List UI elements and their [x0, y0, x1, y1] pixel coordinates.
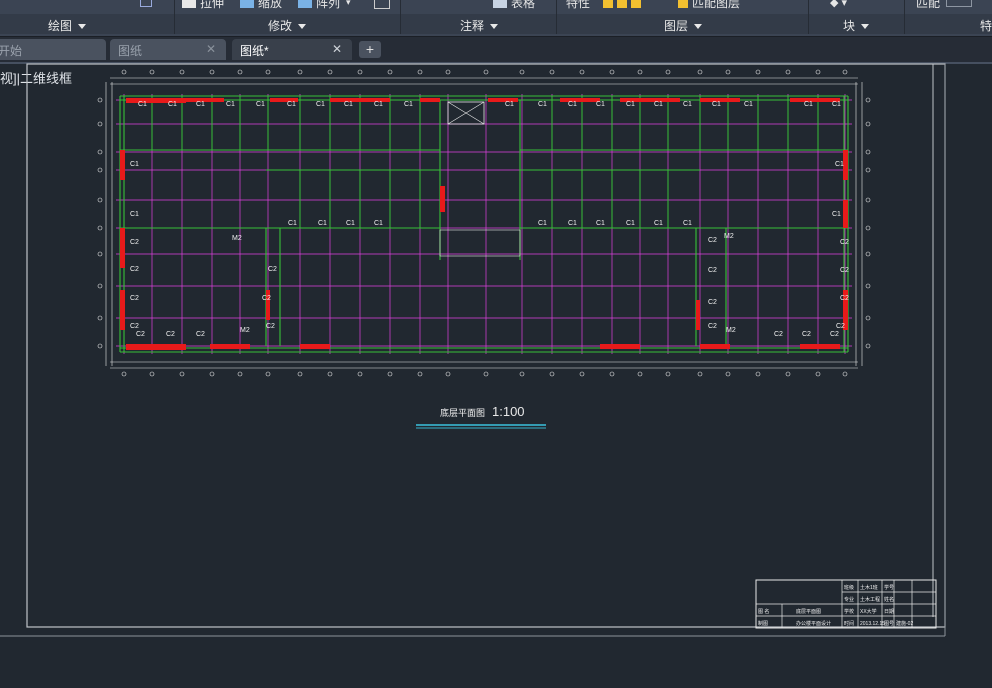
- rectangle-icon: [140, 0, 152, 7]
- offset-icon: [374, 0, 390, 9]
- panel-layers[interactable]: 图层: [664, 17, 703, 34]
- layer-lock-icon: [617, 0, 627, 8]
- file-tab-bar: 开始 图纸 ✕ 图纸* ✕ +: [0, 37, 992, 62]
- block-insert-button[interactable]: ◆ ▾: [830, 0, 847, 10]
- viewport-controls[interactable]: 视]|二维线框: [0, 68, 72, 87]
- scale-button[interactable]: 缩放: [240, 0, 282, 10]
- chevron-down-icon: [298, 24, 307, 30]
- layer-tools[interactable]: [603, 0, 645, 10]
- panel-block[interactable]: 块: [843, 17, 870, 34]
- offset-button[interactable]: [374, 0, 394, 10]
- array-button[interactable]: 阵列 ▾: [298, 0, 351, 10]
- panel-divider: [556, 0, 557, 34]
- tab-drawing-1[interactable]: 图纸 ✕: [110, 39, 226, 60]
- stretch-button[interactable]: 拉伸: [182, 0, 224, 10]
- match-layer-icon: [678, 0, 688, 8]
- chevron-down-icon: [861, 24, 870, 30]
- layer-freeze-icon: [603, 0, 613, 8]
- panel-modify[interactable]: 修改: [268, 17, 307, 34]
- plus-icon: +: [365, 41, 375, 57]
- diamond-icon: ◆ ▾: [830, 0, 848, 9]
- table-button[interactable]: 表格: [493, 0, 535, 10]
- close-icon[interactable]: ✕: [206, 42, 216, 56]
- panel-properties[interactable]: 特: [980, 17, 992, 34]
- scale-icon: [240, 0, 254, 8]
- ribbon: 拉伸 缩放 阵列 ▾ 表格 特性 匹配图层 ◆ ▾ 匹配 绘图 修改 注释 图层…: [0, 0, 992, 37]
- stretch-icon: [182, 0, 196, 8]
- draw-dropdown[interactable]: [140, 0, 156, 10]
- panel-annotation[interactable]: 注释: [460, 17, 499, 34]
- close-icon[interactable]: ✕: [332, 42, 342, 56]
- panel-draw[interactable]: 绘图: [48, 17, 87, 34]
- drawing-viewport[interactable]: [0, 64, 992, 688]
- ribbon-panel-titles: 绘图 修改 注释 图层 块 特: [0, 14, 992, 34]
- properties-button[interactable]: 特性: [566, 0, 590, 10]
- chevron-down-icon: [490, 24, 499, 30]
- tab-drawing-2[interactable]: 图纸* ✕: [232, 39, 352, 60]
- panel-divider: [174, 0, 175, 34]
- drawing-title: 底层平面图: [440, 408, 486, 418]
- array-icon: [298, 0, 312, 8]
- chevron-down-icon: [78, 24, 87, 30]
- ribbon-tool-row: 拉伸 缩放 阵列 ▾ 表格 特性 匹配图层 ◆ ▾ 匹配: [0, 0, 992, 14]
- chevron-down-icon: [694, 24, 703, 30]
- panel-divider: [400, 0, 401, 34]
- tab-start[interactable]: 开始: [0, 39, 106, 60]
- panel-divider: [904, 0, 905, 34]
- match-layer-button[interactable]: 匹配图层: [678, 0, 740, 10]
- new-tab-button[interactable]: +: [359, 41, 381, 58]
- drawing-scale: 1:100: [492, 404, 525, 419]
- panel-divider: [808, 0, 809, 34]
- layer-isolate-icon: [631, 0, 641, 8]
- table-icon: [493, 0, 507, 8]
- match-properties-button[interactable]: 匹配: [916, 0, 973, 10]
